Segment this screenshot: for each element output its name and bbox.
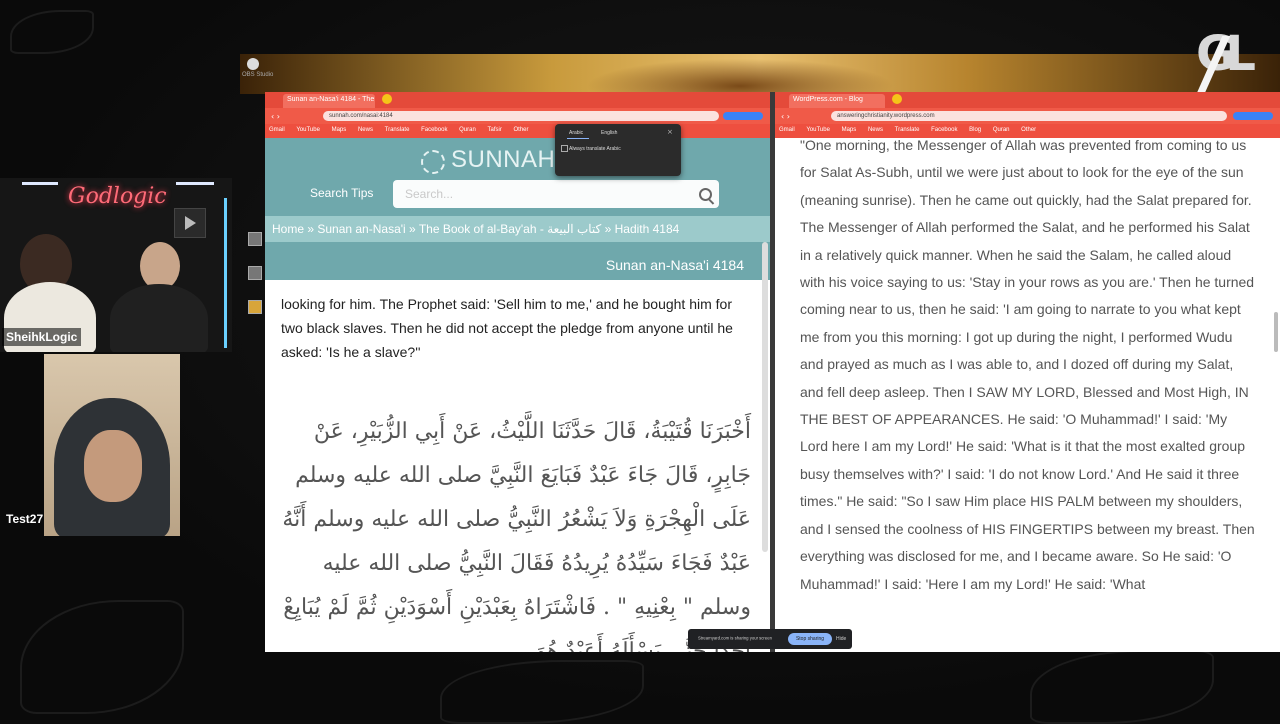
active-tab-indicator — [567, 138, 589, 139]
site-header: SUNNAH.C Search Tips Search... — [265, 138, 770, 216]
webcam-sheihklogic: Godlogic SheihkLogic — [0, 178, 232, 352]
right-browser-window: WordPress.com - Blog ‹ › answeringchrist… — [775, 92, 1280, 652]
sunnah-flower-icon — [421, 150, 445, 174]
address-bar-row: ‹ › answeringchristianity.wordpress.com — [775, 108, 1280, 124]
bookmark[interactable]: Quran — [459, 127, 476, 133]
address-bar-row: ‹ › sunnah.com/nasai:4184 — [265, 108, 770, 124]
search-tips-link[interactable]: Search Tips — [310, 186, 373, 200]
desktop-app-icon[interactable] — [248, 232, 262, 246]
url-field[interactable]: answeringchristianity.wordpress.com — [831, 111, 1227, 121]
bookmark[interactable]: Other — [514, 127, 529, 133]
browser-tab[interactable]: WordPress.com - Blog — [789, 94, 885, 108]
hadith-reference: Sunan an-Nasa'i 4184 — [265, 242, 770, 280]
translate-popup: Arabic English Always translate Arabic × — [555, 124, 681, 176]
obs-desktop-label: OBS Studio — [242, 72, 274, 78]
screen-share-notification: Streamyard.com is sharing your screen St… — [688, 629, 852, 649]
studio-light — [224, 198, 227, 348]
neon-sign: Godlogic — [68, 184, 167, 209]
folder-icon[interactable] — [248, 300, 262, 314]
bookmark[interactable]: Gmail — [269, 127, 285, 133]
bookmark[interactable]: Translate — [385, 127, 410, 133]
breadcrumb[interactable]: Home » Sunan an-Nasa'i » The Book of al-… — [265, 216, 770, 242]
search-input[interactable]: Search... — [393, 180, 719, 208]
person-face — [84, 430, 142, 502]
bookmark[interactable]: YouTube — [296, 127, 320, 133]
always-translate-checkbox[interactable] — [561, 145, 568, 152]
desktop-app-icon[interactable] — [248, 266, 262, 280]
cam-name-label: SheihkLogic — [2, 328, 82, 346]
person-body — [110, 284, 208, 352]
hadith-english-text: looking for him. The Prophet said: 'Sell… — [281, 296, 733, 360]
cam-name-label: Test27 — [6, 512, 44, 526]
scrollbar[interactable] — [762, 242, 768, 552]
search-icon[interactable] — [699, 188, 712, 201]
url-field[interactable]: sunnah.com/nasai:4184 — [323, 111, 719, 121]
studio-light — [176, 182, 214, 185]
obs-logo-icon — [247, 58, 259, 70]
bookmark[interactable]: News — [358, 127, 373, 133]
notification-text: Streamyard.com is sharing your screen — [698, 636, 772, 642]
bookmark[interactable]: Tafsir — [487, 127, 501, 133]
person-head — [140, 242, 180, 290]
article-text: "One morning, the Messenger of Allah was… — [800, 137, 1255, 592]
scrollbar[interactable] — [1274, 312, 1278, 352]
new-tab-icon[interactable] — [382, 94, 392, 104]
obs-desktop-icon[interactable] — [244, 58, 262, 72]
youtube-play-button-plaque-icon — [174, 208, 206, 238]
banner-artwork — [560, 54, 920, 94]
studio-light — [22, 182, 58, 185]
profile-button[interactable] — [1233, 112, 1273, 120]
translate-lang-english[interactable]: English — [601, 130, 617, 136]
stop-sharing-button[interactable]: Stop sharing — [788, 633, 832, 645]
translate-lang-arabic[interactable]: Arabic — [569, 130, 583, 136]
left-browser-window: Sunan an-Nasa'i 4184 - The Bo... ‹ › sun… — [265, 92, 770, 652]
tab-bar: Sunan an-Nasa'i 4184 - The Bo... — [265, 92, 770, 108]
hide-button[interactable]: Hide — [836, 636, 846, 642]
bookmarks-bar: Gmail YouTube Maps News Translate Facebo… — [265, 124, 770, 138]
hadith-arabic-text: أَخْبَرَنَا قُتَيْبَةُ، قَالَ حَدَّثَنَا… — [282, 419, 751, 652]
tab-bar: WordPress.com - Blog — [775, 92, 1280, 108]
profile-button[interactable] — [723, 112, 763, 120]
bookmark[interactable]: Maps — [332, 127, 347, 133]
bookmark[interactable]: Gmail — [779, 127, 795, 133]
bookmark[interactable]: Facebook — [421, 127, 447, 133]
new-tab-icon[interactable] — [892, 94, 902, 104]
webcam-test27 — [44, 354, 180, 536]
browser-tab[interactable]: Sunan an-Nasa'i 4184 - The Bo... — [283, 94, 375, 108]
always-translate-label: Always translate Arabic — [569, 146, 621, 152]
nav-back-icon[interactable]: ‹ › — [781, 112, 790, 121]
close-icon[interactable]: × — [667, 128, 673, 136]
nav-back-icon[interactable]: ‹ › — [271, 112, 280, 121]
